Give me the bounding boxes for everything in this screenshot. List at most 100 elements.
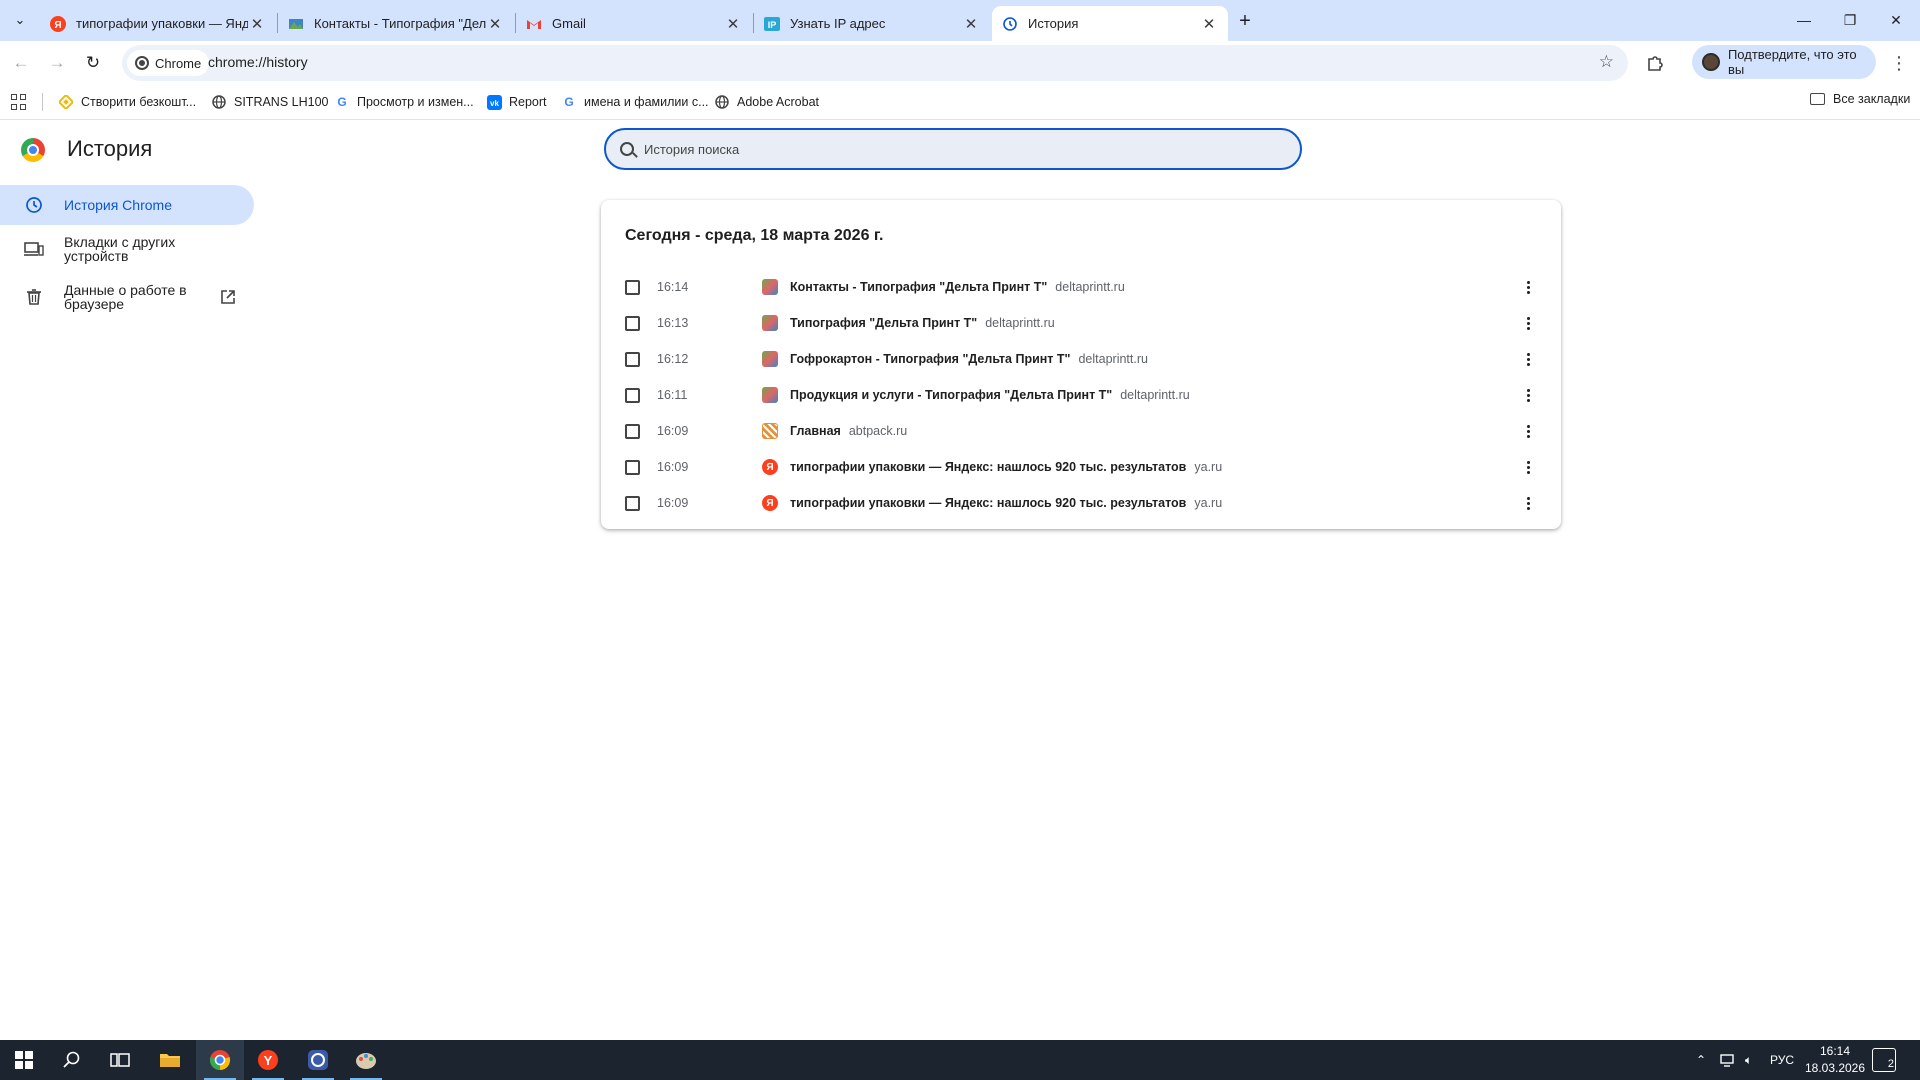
history-row-link[interactable]: типографии упаковки — Яндекс: нашлось 92… [790,460,1222,474]
profile-button[interactable]: Подтвердите, что это вы [1692,45,1876,79]
network-icon[interactable] [1720,1040,1736,1080]
chrome-menu-button[interactable]: ⋮ [1884,48,1914,78]
forward-button[interactable]: → [42,48,72,78]
tab-ip[interactable]: IP Узнать IP адрес ✕ [754,6,990,41]
history-row-link[interactable]: Главная abtpack.ru [790,424,907,438]
extensions-button[interactable] [1640,48,1670,78]
history-row-checkbox[interactable] [625,316,640,331]
google-icon: G [337,95,347,109]
taskbar-file-explorer[interactable] [146,1040,194,1080]
taskbar-search-button[interactable] [48,1040,96,1080]
more-vert-icon[interactable] [1519,350,1537,368]
history-search-input[interactable] [644,141,1244,157]
more-vert-icon[interactable] [1519,494,1537,512]
sidebar-item-chrome-history[interactable]: История Chrome [0,185,254,225]
chevron-down-icon: ⌄ [14,12,26,27]
history-row-checkbox[interactable] [625,352,640,367]
address-bar[interactable]: Chrome chrome://history ☆ [122,45,1628,81]
close-icon[interactable]: ✕ [1200,15,1218,33]
site-info-chip[interactable]: Chrome [127,50,210,76]
abtpack-icon [762,423,778,439]
history-row-link[interactable]: Контакты - Типография "Дельта Принт Т" de… [790,280,1125,294]
more-vert-icon[interactable] [1519,422,1537,440]
history-row[interactable]: 16:09 Главная abtpack.ru [601,413,1561,449]
back-button[interactable]: ← [6,48,36,78]
tab-title: История [1028,16,1079,31]
bookmark-item[interactable]: Adobe Acrobat [714,92,819,112]
tray-overflow-button[interactable]: ⌃ [1696,1040,1706,1080]
history-row-link[interactable]: Продукция и услуги - Типография "Дельта … [790,388,1190,402]
tab-yandex[interactable]: Я типографии упаковки — Яндекс ✕ [40,6,276,41]
bookmark-item[interactable]: vk Report [486,92,547,112]
history-row[interactable]: 16:14 Контакты - Типография "Дельта Прин… [601,269,1561,305]
close-window-button[interactable]: ✕ [1873,0,1919,40]
history-row-title: Типография "Дельта Принт Т" [790,316,978,330]
taskbar-chrome[interactable] [196,1040,244,1080]
tab-title: Узнать IP адрес [790,16,886,31]
history-row-link[interactable]: Гофрокартон - Типография "Дельта Принт Т… [790,352,1148,366]
taskbar: Y ⌃ 🔈︎ РУС 16:14 18.03.2026 2 [0,1040,1920,1080]
taskbar-clock[interactable]: 16:14 18.03.2026 [1800,1043,1870,1077]
all-bookmarks-button[interactable]: Все закладки [1810,92,1910,106]
minimize-button[interactable]: — [1781,0,1827,40]
bookmark-item[interactable]: SITRANS LH100 [211,92,328,112]
history-row-title: Гофрокартон - Типография "Дельта Принт Т… [790,352,1071,366]
history-row-checkbox[interactable] [625,496,640,511]
url-text[interactable]: chrome://history [208,54,308,70]
new-tab-button[interactable]: + [1232,8,1258,34]
more-vert-icon[interactable] [1519,386,1537,404]
bookmark-item[interactable]: Створити безкошт... [58,92,196,112]
history-row-checkbox[interactable] [625,280,640,295]
restore-button[interactable]: ❐ [1827,0,1873,40]
bookmark-star-icon[interactable]: ☆ [1599,52,1614,72]
history-row[interactable]: 16:11 Продукция и услуги - Типография "Д… [601,377,1561,413]
close-icon[interactable]: ✕ [486,15,504,33]
history-row[interactable]: 16:12 Гофрокартон - Типография "Дельта П… [601,341,1561,377]
history-row-checkbox[interactable] [625,424,640,439]
bookmark-item[interactable]: G имена и фамилии с... [561,92,708,112]
history-row-domain: deltaprintt.ru [1078,352,1148,366]
restore-icon: ❐ [1843,11,1857,28]
history-row[interactable]: 16:09 Я типографии упаковки — Яндекс: на… [601,449,1561,485]
more-vert-icon[interactable] [1519,314,1537,332]
language-indicator[interactable]: РУС [1770,1040,1794,1080]
more-vert-icon[interactable] [1519,278,1537,296]
tab-history[interactable]: История ✕ [992,6,1228,41]
close-icon[interactable]: ✕ [962,15,980,33]
close-icon[interactable]: ✕ [248,15,266,33]
svg-text:vk: vk [490,99,499,108]
history-search-box[interactable] [604,128,1302,170]
history-row-link[interactable]: типографии упаковки — Яндекс: нашлось 92… [790,496,1222,510]
tab-gmail[interactable]: Gmail ✕ [516,6,752,41]
chevron-up-icon: ⌃ [1696,1053,1707,1067]
task-view-button[interactable] [96,1040,144,1080]
history-row[interactable]: 16:13 Типография "Дельта Принт Т" deltapr… [601,305,1561,341]
history-row[interactable]: 16:09 Я типографии упаковки — Яндекс: на… [601,485,1561,521]
tab-delta-print[interactable]: Контакты - Типография "Дельта Принт Т" ✕ [278,6,514,41]
apps-grid-icon[interactable] [11,94,27,110]
history-row-checkbox[interactable] [625,388,640,403]
sidebar-item-other-devices[interactable]: Вкладки с других устройств [0,229,254,269]
taskbar-app[interactable] [294,1040,342,1080]
notification-count: 2 [1887,1058,1894,1070]
notification-center-button[interactable]: 2 [1872,1048,1896,1072]
tab-search-button[interactable]: ⌄ [6,8,34,32]
close-icon[interactable]: ✕ [724,15,742,33]
history-row-domain: ya.ru [1194,460,1223,474]
history-row-checkbox[interactable] [625,460,640,475]
taskbar-paint-app[interactable] [342,1040,390,1080]
palette-icon [356,1053,376,1069]
start-button[interactable] [0,1040,48,1080]
yandex-icon: Я [762,459,778,475]
sidebar-item-browsing-data[interactable]: Данные о работе в браузере [0,277,254,317]
globe-icon [211,94,227,110]
history-row-link[interactable]: Типография "Дельта Принт Т" deltaprintt.r… [790,316,1055,330]
sidebar-item-label: Вкладки с других устройств [64,234,176,264]
folder-icon [160,1054,180,1067]
volume-icon[interactable]: 🔈︎ [1745,1040,1752,1080]
bookmark-item[interactable]: G Просмотр и измен... [334,92,473,112]
taskbar-yandex-browser[interactable]: Y [244,1040,292,1080]
reload-button[interactable]: ↻ [78,48,108,78]
clock-time: 16:14 [1819,1044,1851,1058]
more-vert-icon[interactable] [1519,458,1537,476]
